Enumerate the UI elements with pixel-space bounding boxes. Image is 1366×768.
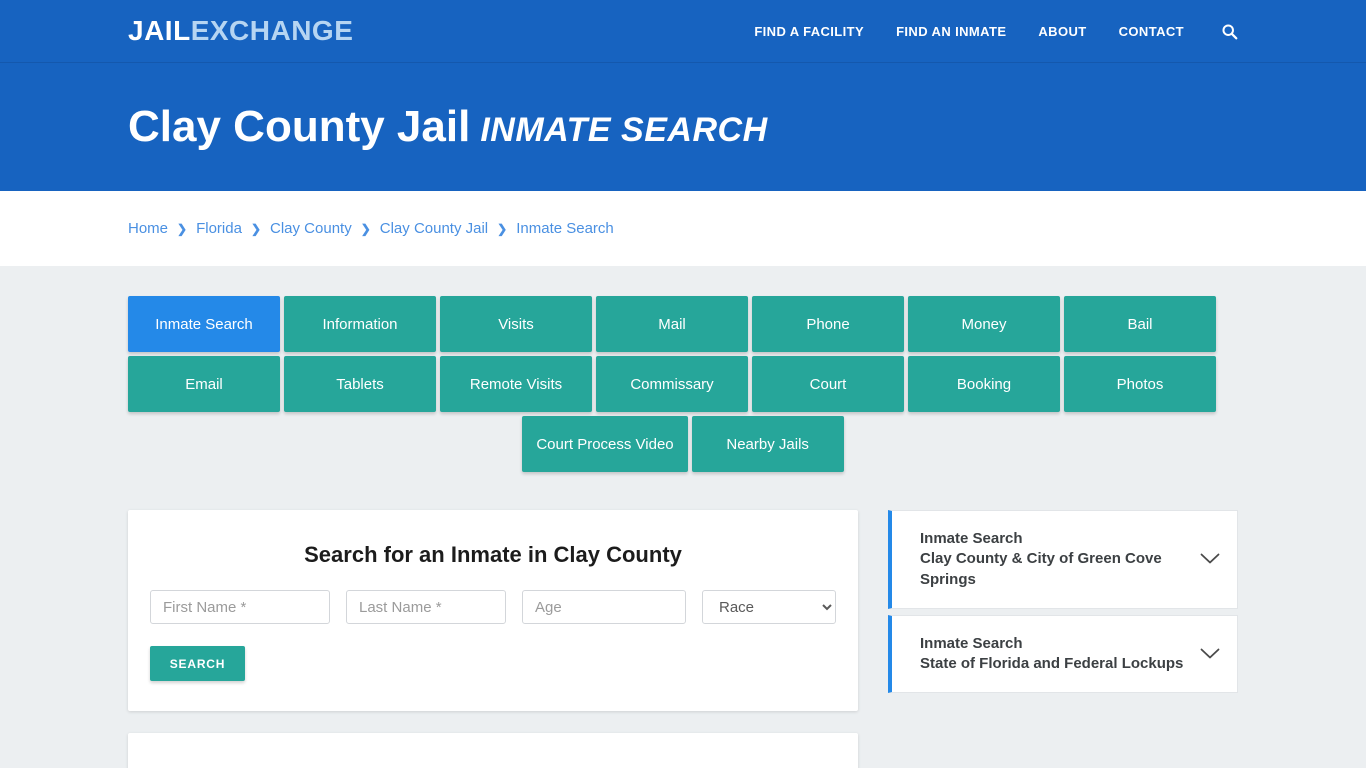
chevron-right-icon: ❯ xyxy=(497,221,508,236)
page-hero: Clay County Jail INMATE SEARCH xyxy=(0,63,1366,191)
tab-tablets[interactable]: Tablets xyxy=(284,356,436,412)
breadcrumb-item-florida[interactable]: Florida xyxy=(196,220,242,237)
nav-item-find-an-inmate[interactable]: FIND AN INMATE xyxy=(896,24,1006,39)
search-card-title: Search for an Inmate in Clay County xyxy=(304,542,682,567)
breadcrumb-item-home[interactable]: Home xyxy=(128,220,168,237)
tab-phone[interactable]: Phone xyxy=(752,296,904,352)
breadcrumb-item-clay-county[interactable]: Clay County xyxy=(270,220,352,237)
breadcrumb-item-clay-county-jail[interactable]: Clay County Jail xyxy=(380,220,488,237)
main-column: Search for an Inmate in Clay County Race… xyxy=(128,510,858,768)
tab-court[interactable]: Court xyxy=(752,356,904,412)
accordion-title: Inmate Search xyxy=(920,634,1023,652)
tab-visits[interactable]: Visits xyxy=(440,296,592,352)
breadcrumb-item-current: Inmate Search xyxy=(516,220,614,237)
page-title: Clay County Jail INMATE SEARCH xyxy=(128,105,768,149)
tab-mail[interactable]: Mail xyxy=(596,296,748,352)
tab-information[interactable]: Information xyxy=(284,296,436,352)
age-input[interactable] xyxy=(522,590,686,624)
tab-booking[interactable]: Booking xyxy=(908,356,1060,412)
first-name-input[interactable] xyxy=(150,590,330,624)
breadcrumb-bar: Home ❯ Florida ❯ Clay County ❯ Clay Coun… xyxy=(0,191,1366,266)
chevron-down-icon[interactable] xyxy=(1199,548,1221,570)
last-name-input[interactable] xyxy=(346,590,506,624)
chevron-right-icon: ❯ xyxy=(177,221,188,236)
logo-text-primary: JAIL xyxy=(128,15,191,46)
sidebar: Inmate Search Clay County & City of Gree… xyxy=(888,510,1238,694)
tab-inmate-search[interactable]: Inmate Search xyxy=(128,296,280,352)
chevron-right-icon: ❯ xyxy=(250,221,261,236)
inmate-search-form: Race xyxy=(150,590,836,624)
race-select[interactable]: Race xyxy=(702,590,836,624)
accordion-title: Inmate Search xyxy=(920,530,1023,547)
nav-item-about[interactable]: ABOUT xyxy=(1038,24,1086,39)
accordion-label-group: Inmate Search Clay County & City of Gree… xyxy=(920,529,1189,590)
accordion-item-county-search[interactable]: Inmate Search Clay County & City of Gree… xyxy=(888,510,1238,609)
page-title-main: Clay County Jail xyxy=(128,102,471,151)
nav-item-contact[interactable]: CONTACT xyxy=(1119,24,1184,39)
tab-email[interactable]: Email xyxy=(128,356,280,412)
accordion-item-state-search[interactable]: Inmate Search State of Florida and Feder… xyxy=(888,614,1238,694)
tab-nearby-jails[interactable]: Nearby Jails xyxy=(691,416,844,472)
accordion-subtitle: State of Florida and Federal Lockups xyxy=(920,655,1184,672)
tab-money[interactable]: Money xyxy=(908,296,1060,352)
breadcrumb: Home ❯ Florida ❯ Clay County ❯ Clay Coun… xyxy=(128,220,614,237)
facility-tab-grid: Inmate Search Information Visits Mail Ph… xyxy=(128,266,1238,412)
tab-court-process-video[interactable]: Court Process Video xyxy=(522,416,688,472)
page-body: Inmate Search Information Visits Mail Ph… xyxy=(0,266,1366,768)
accordion-subtitle: Clay County & City of Green Cove Springs xyxy=(920,550,1162,588)
accordion-label-group: Inmate Search State of Florida and Feder… xyxy=(920,634,1189,675)
tab-remote-visits[interactable]: Remote Visits xyxy=(440,356,592,412)
results-card-placeholder xyxy=(128,733,858,768)
tab-bail[interactable]: Bail xyxy=(1064,296,1216,352)
logo-text-secondary: EXCHANGE xyxy=(190,15,354,46)
nav-item-find-a-facility[interactable]: FIND A FACILITY xyxy=(754,24,864,39)
content-columns: Search for an Inmate in Clay County Race… xyxy=(128,510,1238,768)
site-header: JAILEXCHANGE FIND A FACILITY FIND AN INM… xyxy=(0,0,1366,63)
page-title-sub: INMATE SEARCH xyxy=(480,111,768,149)
chevron-right-icon: ❯ xyxy=(360,221,371,236)
chevron-down-icon[interactable] xyxy=(1199,643,1221,665)
search-icon[interactable] xyxy=(1220,22,1238,40)
tab-commissary[interactable]: Commissary xyxy=(596,356,748,412)
search-button[interactable]: SEARCH xyxy=(150,646,245,681)
facility-tab-row-extra: Court Process Video Nearby Jails xyxy=(128,416,1238,472)
site-logo[interactable]: JAILEXCHANGE xyxy=(128,17,353,45)
tab-photos[interactable]: Photos xyxy=(1064,356,1216,412)
inmate-search-card: Search for an Inmate in Clay County Race… xyxy=(128,510,858,711)
main-navigation: FIND A FACILITY FIND AN INMATE ABOUT CON… xyxy=(754,22,1238,40)
